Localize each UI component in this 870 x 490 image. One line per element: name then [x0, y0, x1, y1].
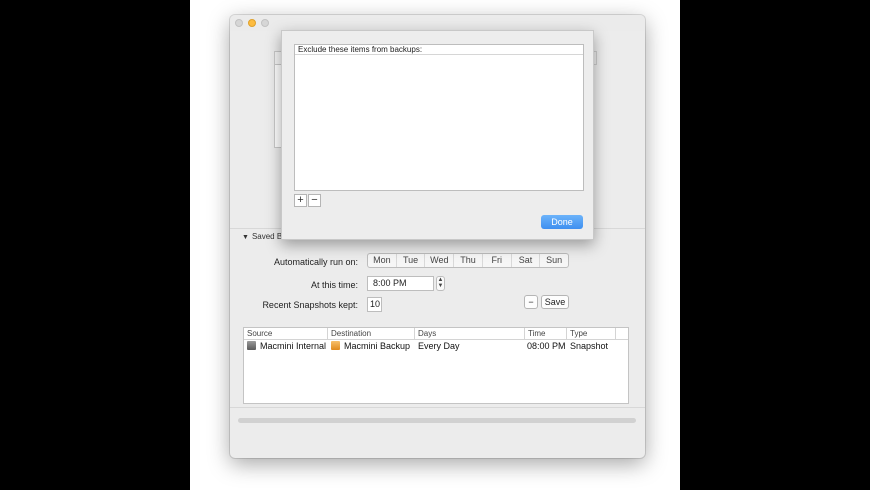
source-text: Macmini Internal: [260, 341, 327, 351]
cell-time: 08:00 PM: [527, 341, 566, 351]
day-fri[interactable]: Fri: [483, 254, 512, 267]
exclusions-sheet: Exclude these items from backups: + − Do…: [281, 30, 594, 240]
disclosure-triangle-icon[interactable]: ▼: [242, 234, 249, 241]
exclusions-list-header: Exclude these items from backups:: [295, 45, 583, 55]
column-days[interactable]: Days: [415, 328, 525, 339]
cell-days: Every Day: [418, 341, 460, 351]
minimize-window-button[interactable]: [248, 19, 256, 27]
remove-exclusion-button[interactable]: −: [308, 194, 321, 207]
schedule-table[interactable]: Source Destination Days Time Type Macmin…: [243, 327, 629, 404]
saved-section-disclosure[interactable]: ▼ Saved B: [242, 232, 282, 241]
footer-divider: [230, 407, 645, 408]
add-exclusion-button[interactable]: +: [294, 194, 307, 207]
title-bar[interactable]: [230, 15, 645, 31]
column-type[interactable]: Type: [567, 328, 616, 339]
close-window-button[interactable]: [235, 19, 243, 27]
progress-bar: [238, 418, 636, 423]
zoom-window-button[interactable]: [261, 19, 269, 27]
time-label: At this time:: [310, 280, 358, 290]
done-button[interactable]: Done: [541, 215, 583, 229]
day-sun[interactable]: Sun: [540, 254, 568, 267]
time-stepper[interactable]: ▲ ▼: [436, 276, 445, 291]
day-selector[interactable]: Mon Tue Wed Thu Fri Sat Sun: [367, 253, 569, 268]
section-label: Saved B: [251, 232, 283, 241]
external-disk-icon: [331, 341, 340, 350]
day-tue[interactable]: Tue: [397, 254, 426, 267]
day-mon[interactable]: Mon: [368, 254, 397, 267]
table-header: Source Destination Days Time Type: [244, 328, 628, 340]
snapshots-label: Recent Snapshots kept:: [262, 300, 358, 310]
time-field[interactable]: 8:00 PM: [367, 276, 434, 291]
day-wed[interactable]: Wed: [425, 254, 455, 267]
internal-disk-icon: [247, 341, 256, 350]
day-sat[interactable]: Sat: [512, 254, 541, 267]
cell-destination: Macmini Backup: [331, 340, 410, 353]
day-thu[interactable]: Thu: [454, 254, 483, 267]
table-row[interactable]: Macmini Internal Macmini Backup Every Da…: [244, 340, 628, 353]
stepper-arrows-icon[interactable]: ▲ ▼: [438, 277, 444, 289]
snapshots-field[interactable]: 10: [367, 297, 382, 312]
remove-schedule-button[interactable]: −: [524, 295, 538, 309]
exclusions-list[interactable]: Exclude these items from backups:: [294, 44, 584, 191]
column-time[interactable]: Time: [525, 328, 567, 339]
cell-source: Macmini Internal: [247, 340, 326, 353]
destination-text: Macmini Backup: [344, 341, 411, 351]
column-source[interactable]: Source: [244, 328, 328, 339]
save-schedule-button[interactable]: Save: [541, 295, 569, 309]
cell-type: Snapshot: [570, 341, 609, 351]
run-on-label: Automatically run on:: [273, 257, 358, 267]
column-destination[interactable]: Destination: [328, 328, 415, 339]
